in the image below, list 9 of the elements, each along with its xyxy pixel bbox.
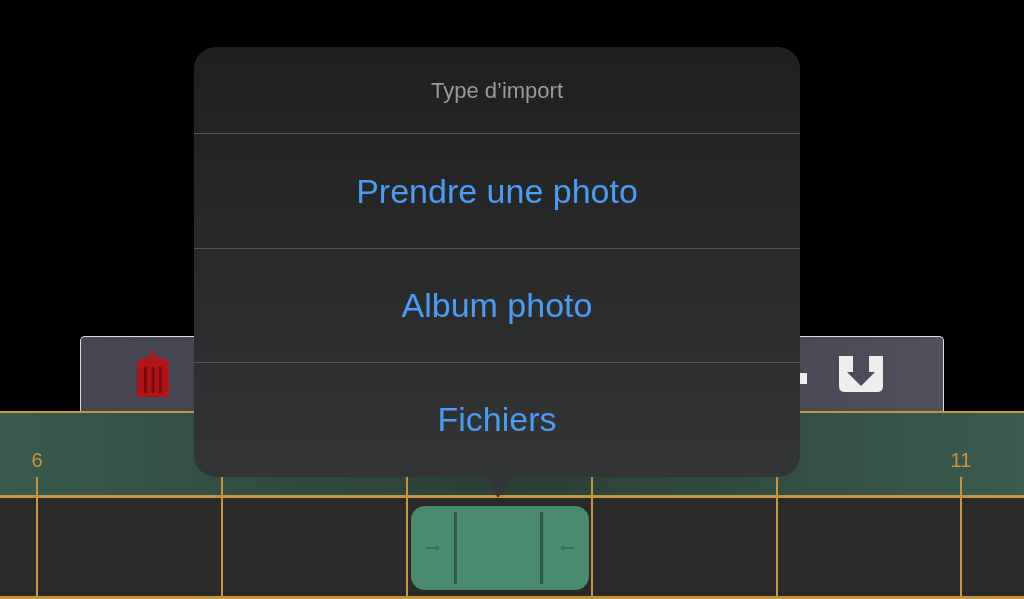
- menu-option[interactable]: Album photo: [194, 248, 800, 362]
- ruler-number: 6: [31, 448, 43, 473]
- region-block[interactable]: [411, 506, 589, 590]
- menu-option[interactable]: Fichiers: [194, 362, 800, 476]
- trash-icon[interactable]: [136, 351, 170, 397]
- download-icon[interactable]: [839, 356, 883, 392]
- popover-title: Type d’import: [430, 76, 564, 105]
- menu-option[interactable]: Prendre une photo: [194, 134, 800, 248]
- ruler-number: 11: [950, 448, 972, 473]
